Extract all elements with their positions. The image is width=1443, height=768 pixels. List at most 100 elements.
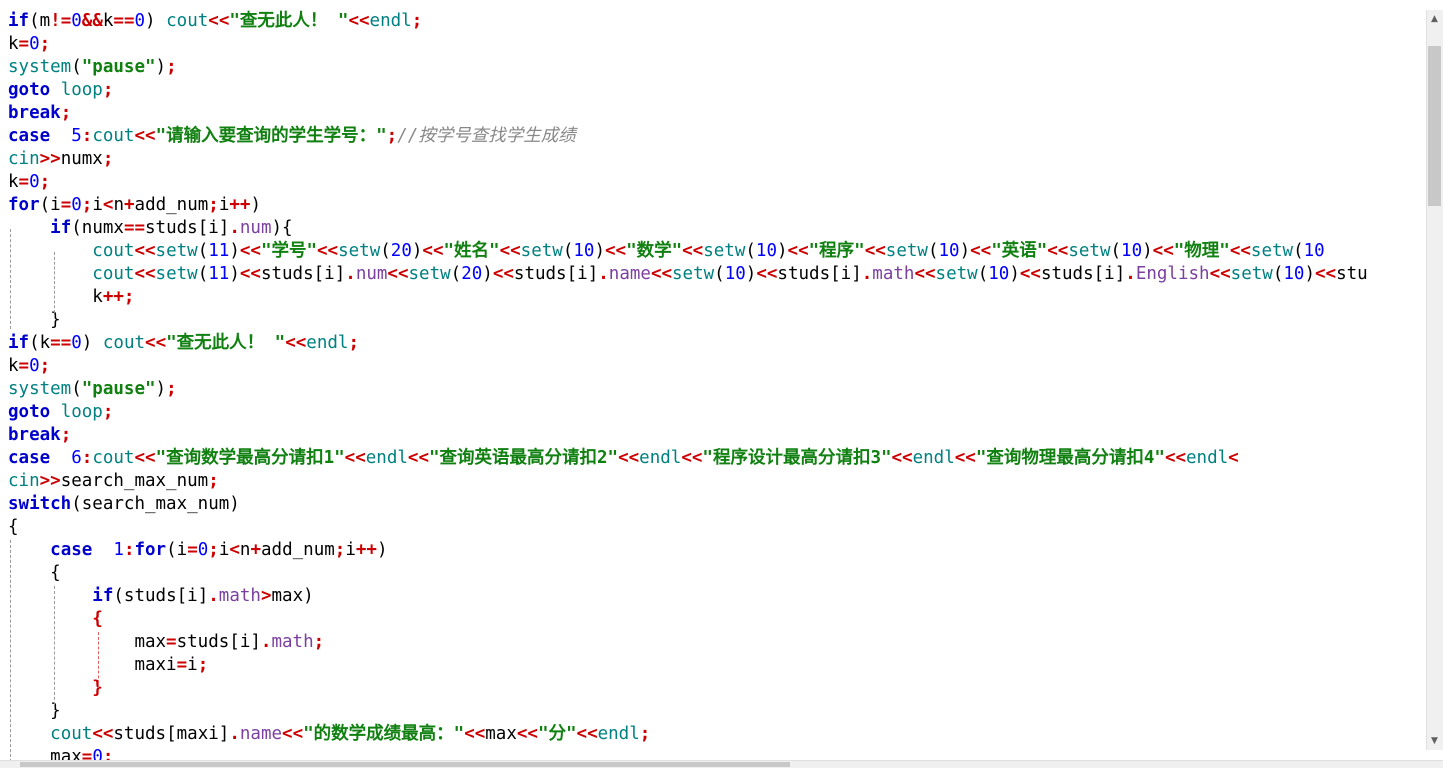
code-line[interactable]: { xyxy=(8,516,1368,539)
indent-guide xyxy=(10,229,11,329)
code-token: cout xyxy=(50,724,93,744)
code-token: ) xyxy=(411,241,423,261)
code-line[interactable]: system("pause"); xyxy=(8,378,1368,401)
code-token: ( xyxy=(380,241,391,261)
code-token: ( xyxy=(1293,241,1304,261)
code-editor[interactable]: if(m!=0&&k==0) cout<<"查无此人！ "<<endl; k=0;… xyxy=(0,10,1426,767)
horizontal-scroll-thumb[interactable] xyxy=(20,762,790,767)
code-token: English xyxy=(1135,264,1210,284)
code-token: = xyxy=(166,632,177,652)
code-line[interactable]: k=0; xyxy=(8,355,1368,378)
code-token: k xyxy=(8,34,19,54)
code-token: math xyxy=(872,264,915,284)
code-token: i xyxy=(1104,264,1115,284)
code-text-area[interactable]: if(m!=0&&k==0) cout<<"查无此人！ "<<endl; k=0;… xyxy=(8,10,1368,767)
code-line[interactable]: cout<<setw(11)<<"学号"<<setw(20)<<"姓名"<<se… xyxy=(8,240,1368,263)
code-token: != xyxy=(50,11,72,31)
code-token: if xyxy=(92,586,114,606)
code-token: << xyxy=(499,241,521,261)
code-token: setw xyxy=(408,264,451,284)
code-token: i xyxy=(239,632,251,652)
code-line[interactable]: { xyxy=(8,608,1368,631)
code-token: endl xyxy=(1186,448,1229,468)
code-token: ( xyxy=(927,241,939,261)
scroll-up-arrow-icon[interactable]: ▲ xyxy=(1428,12,1441,26)
code-token: break xyxy=(8,103,61,123)
code-token: setw xyxy=(520,241,563,261)
code-token: "pause" xyxy=(81,57,156,77)
code-line[interactable]: system("pause"); xyxy=(8,56,1368,79)
code-token: ( xyxy=(197,241,209,261)
code-line[interactable]: k++; xyxy=(8,286,1368,309)
code-line[interactable]: maxi=i; xyxy=(8,654,1368,677)
code-token: switch xyxy=(8,494,72,514)
code-token: ) xyxy=(155,379,167,399)
code-line[interactable]: if(k==0) cout<<"查无此人！ "<<endl; xyxy=(8,332,1368,355)
code-line[interactable]: break; xyxy=(8,424,1368,447)
code-line[interactable]: } xyxy=(8,700,1368,723)
code-token: "查询物理最高分请扣4" xyxy=(975,448,1165,468)
code-token: i xyxy=(218,540,230,560)
code-line[interactable]: k=0; xyxy=(8,33,1368,56)
code-token: math xyxy=(218,586,261,606)
code-token: ] xyxy=(218,218,230,238)
code-token: ) xyxy=(303,586,314,606)
code-token: << xyxy=(787,241,809,261)
code-token: studs xyxy=(1040,264,1094,284)
code-token: ) xyxy=(229,494,240,514)
code-line[interactable]: cin>>search_max_num; xyxy=(8,470,1368,493)
code-token: > xyxy=(260,586,272,606)
code-token: ++ xyxy=(102,287,124,307)
code-token: endl xyxy=(912,448,955,468)
code-token: 6 xyxy=(71,448,82,468)
code-token: << xyxy=(1019,264,1041,284)
code-line[interactable]: } xyxy=(8,677,1368,700)
code-token: for xyxy=(8,195,40,215)
code-line[interactable]: switch(search_max_num) xyxy=(8,493,1368,516)
code-token: studs xyxy=(777,264,831,284)
code-line[interactable]: goto loop; xyxy=(8,401,1368,424)
code-token: 10 xyxy=(573,241,595,261)
code-line[interactable]: case 5:cout<<"请输入要查询的学生学号：";//按学号查找学生成绩 xyxy=(8,125,1368,148)
code-line[interactable]: if(studs[i].math>max) xyxy=(8,585,1368,608)
code-token: [ xyxy=(229,632,240,652)
code-line[interactable]: cout<<setw(11)<<studs[i].num<<setw(20)<<… xyxy=(8,263,1367,286)
code-line[interactable]: max=studs[i].math; xyxy=(8,631,1368,654)
code-line[interactable]: case 1:for(i=0;i<n+add_num;i++) xyxy=(8,539,1368,562)
code-line[interactable]: goto loop; xyxy=(8,79,1368,102)
code-token: ( xyxy=(977,264,989,284)
code-token: ( xyxy=(29,11,40,31)
code-line[interactable]: cin>>numx; xyxy=(8,148,1368,171)
code-line[interactable]: cout<<studs[maxi].name<<"的数学成绩最高："<<max<… xyxy=(8,723,1368,746)
code-token: << xyxy=(492,264,514,284)
code-token: << xyxy=(239,264,261,284)
code-token: case xyxy=(50,540,93,560)
code-token: case xyxy=(8,126,51,146)
code-token: studs xyxy=(123,586,177,606)
code-token: ( xyxy=(71,218,82,238)
code-token: setw xyxy=(1250,241,1294,261)
code-token: ; xyxy=(348,333,359,353)
code-line[interactable]: break; xyxy=(8,102,1368,125)
code-token: : xyxy=(81,448,93,468)
code-line[interactable]: case 6:cout<<"查询数学最高分请扣1"<<endl<<"查询英语最高… xyxy=(8,447,1368,470)
code-line[interactable]: k=0; xyxy=(8,171,1368,194)
code-line[interactable]: } xyxy=(8,309,1368,332)
code-token: : xyxy=(123,540,135,560)
code-line[interactable]: { xyxy=(8,562,1368,585)
scroll-down-arrow-icon[interactable]: ▼ xyxy=(1428,734,1441,748)
vertical-scroll-thumb[interactable] xyxy=(1428,46,1441,206)
code-line[interactable]: if(numx==studs[i].num){ xyxy=(8,217,1368,240)
code-token: "的数学成绩最高：" xyxy=(303,724,465,744)
code-token: [ xyxy=(1093,264,1105,284)
code-line[interactable]: for(i=0;i<n+add_num;i++) xyxy=(8,194,1368,217)
code-token: goto xyxy=(8,80,51,100)
code-token: ) xyxy=(594,241,605,261)
code-token: if xyxy=(8,333,30,353)
code-line[interactable]: if(m!=0&&k==0) cout<<"查无此人！ "<<endl; xyxy=(8,10,1368,33)
